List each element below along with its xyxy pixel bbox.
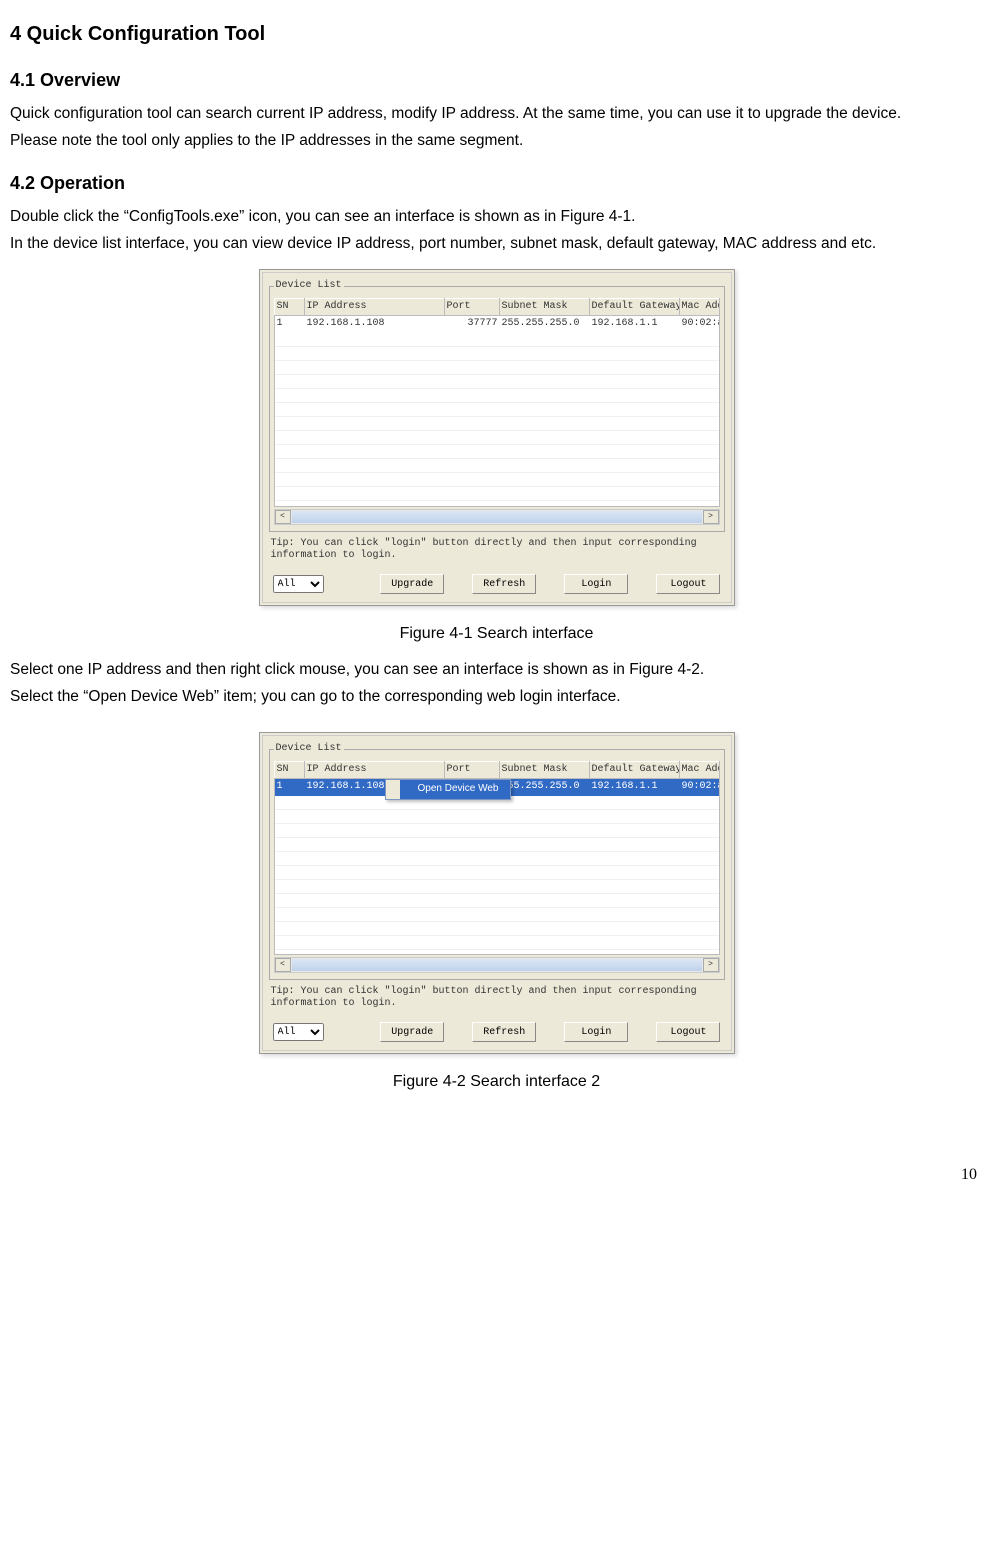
col-ip[interactable]: IP Address (304, 298, 444, 316)
upgrade-button[interactable]: Upgrade (380, 1022, 444, 1042)
body-text: Select one IP address and then right cli… (10, 659, 983, 681)
subsection-heading-operation: 4.2 Operation (10, 170, 983, 196)
cell-sn: 1 (275, 316, 305, 333)
device-rows-area[interactable]: 1 192.168.1.108 37777 255.255.255.0 192.… (274, 316, 720, 507)
device-table-header: SN IP Address Port Subnet Mask Default G… (274, 761, 720, 780)
cell-subnet: 255.255.255.0 (500, 779, 590, 796)
device-table-header: SN IP Address Port Subnet Mask Default G… (274, 298, 720, 317)
col-sn[interactable]: SN (274, 298, 304, 316)
cell-gateway: 192.168.1.1 (590, 779, 680, 796)
login-button[interactable]: Login (564, 574, 628, 594)
scroll-left-icon[interactable]: < (275, 510, 291, 524)
context-menu[interactable]: Open Device Web (385, 779, 512, 800)
device-list-group: Device List SN IP Address Port Subnet Ma… (269, 279, 725, 532)
config-tool-dialog: Device List SN IP Address Port Subnet Ma… (259, 269, 735, 606)
upgrade-button[interactable]: Upgrade (380, 574, 444, 594)
col-ip[interactable]: IP Address (304, 761, 444, 779)
cell-gateway: 192.168.1.1 (590, 316, 680, 333)
section-heading: 4 Quick Configuration Tool (10, 20, 983, 49)
filter-dropdown[interactable]: All (273, 575, 325, 593)
tip-text: Tip: You can click "login" button direct… (271, 538, 723, 562)
page-number: 10 (10, 1163, 977, 1186)
col-sn[interactable]: SN (274, 761, 304, 779)
table-row[interactable]: 1 192.168.1.108 37777 255.255.255.0 192.… (275, 316, 719, 333)
figure-caption: Figure 4-2 Search interface 2 (10, 1070, 983, 1093)
cell-port: 37777 (445, 316, 500, 333)
cell-mac: 90:02:a9:7b:50 (680, 779, 719, 796)
cell-sn: 1 (275, 779, 305, 796)
cell-subnet: 255.255.255.0 (500, 316, 590, 333)
refresh-button[interactable]: Refresh (472, 574, 536, 594)
body-text: Select the “Open Device Web” item; you c… (10, 686, 983, 708)
menu-item-open-device-web[interactable]: Open Device Web (386, 780, 511, 799)
horizontal-scrollbar[interactable]: < > (274, 957, 720, 973)
body-text: Please note the tool only applies to the… (10, 130, 983, 152)
device-list-legend: Device List (274, 742, 344, 757)
tip-text: Tip: You can click "login" button direct… (271, 986, 723, 1010)
scroll-right-icon[interactable]: > (703, 510, 719, 524)
col-gateway[interactable]: Default Gateway (589, 761, 679, 779)
body-text: In the device list interface, you can vi… (10, 233, 983, 255)
refresh-button[interactable]: Refresh (472, 1022, 536, 1042)
cell-ip: 192.168.1.108 (305, 316, 445, 333)
subsection-heading-overview: 4.1 Overview (10, 67, 983, 93)
config-tool-dialog: Device List SN IP Address Port Subnet Ma… (259, 732, 735, 1054)
figure-caption: Figure 4-1 Search interface (10, 622, 983, 645)
login-button[interactable]: Login (564, 1022, 628, 1042)
logout-button[interactable]: Logout (656, 574, 720, 594)
col-gateway[interactable]: Default Gateway (589, 298, 679, 316)
col-mac[interactable]: Mac Address (679, 761, 719, 779)
scroll-left-icon[interactable]: < (275, 958, 291, 972)
filter-dropdown[interactable]: All (273, 1023, 325, 1041)
horizontal-scrollbar[interactable]: < > (274, 509, 720, 525)
body-text: Double click the “ConfigTools.exe” icon,… (10, 206, 983, 228)
device-list-legend: Device List (274, 279, 344, 294)
col-port[interactable]: Port (444, 298, 499, 316)
col-subnet[interactable]: Subnet Mask (499, 761, 589, 779)
col-subnet[interactable]: Subnet Mask (499, 298, 589, 316)
device-rows-area[interactable]: 1 192.168.1.108 37777 255.255.255.0 192.… (274, 779, 720, 955)
col-port[interactable]: Port (444, 761, 499, 779)
logout-button[interactable]: Logout (656, 1022, 720, 1042)
cell-mac: 90:02:a9:7b:50 (680, 316, 719, 333)
col-mac[interactable]: Mac Address (679, 298, 719, 316)
device-list-group: Device List SN IP Address Port Subnet Ma… (269, 742, 725, 980)
body-text: Quick configuration tool can search curr… (10, 103, 983, 125)
scroll-right-icon[interactable]: > (703, 958, 719, 972)
